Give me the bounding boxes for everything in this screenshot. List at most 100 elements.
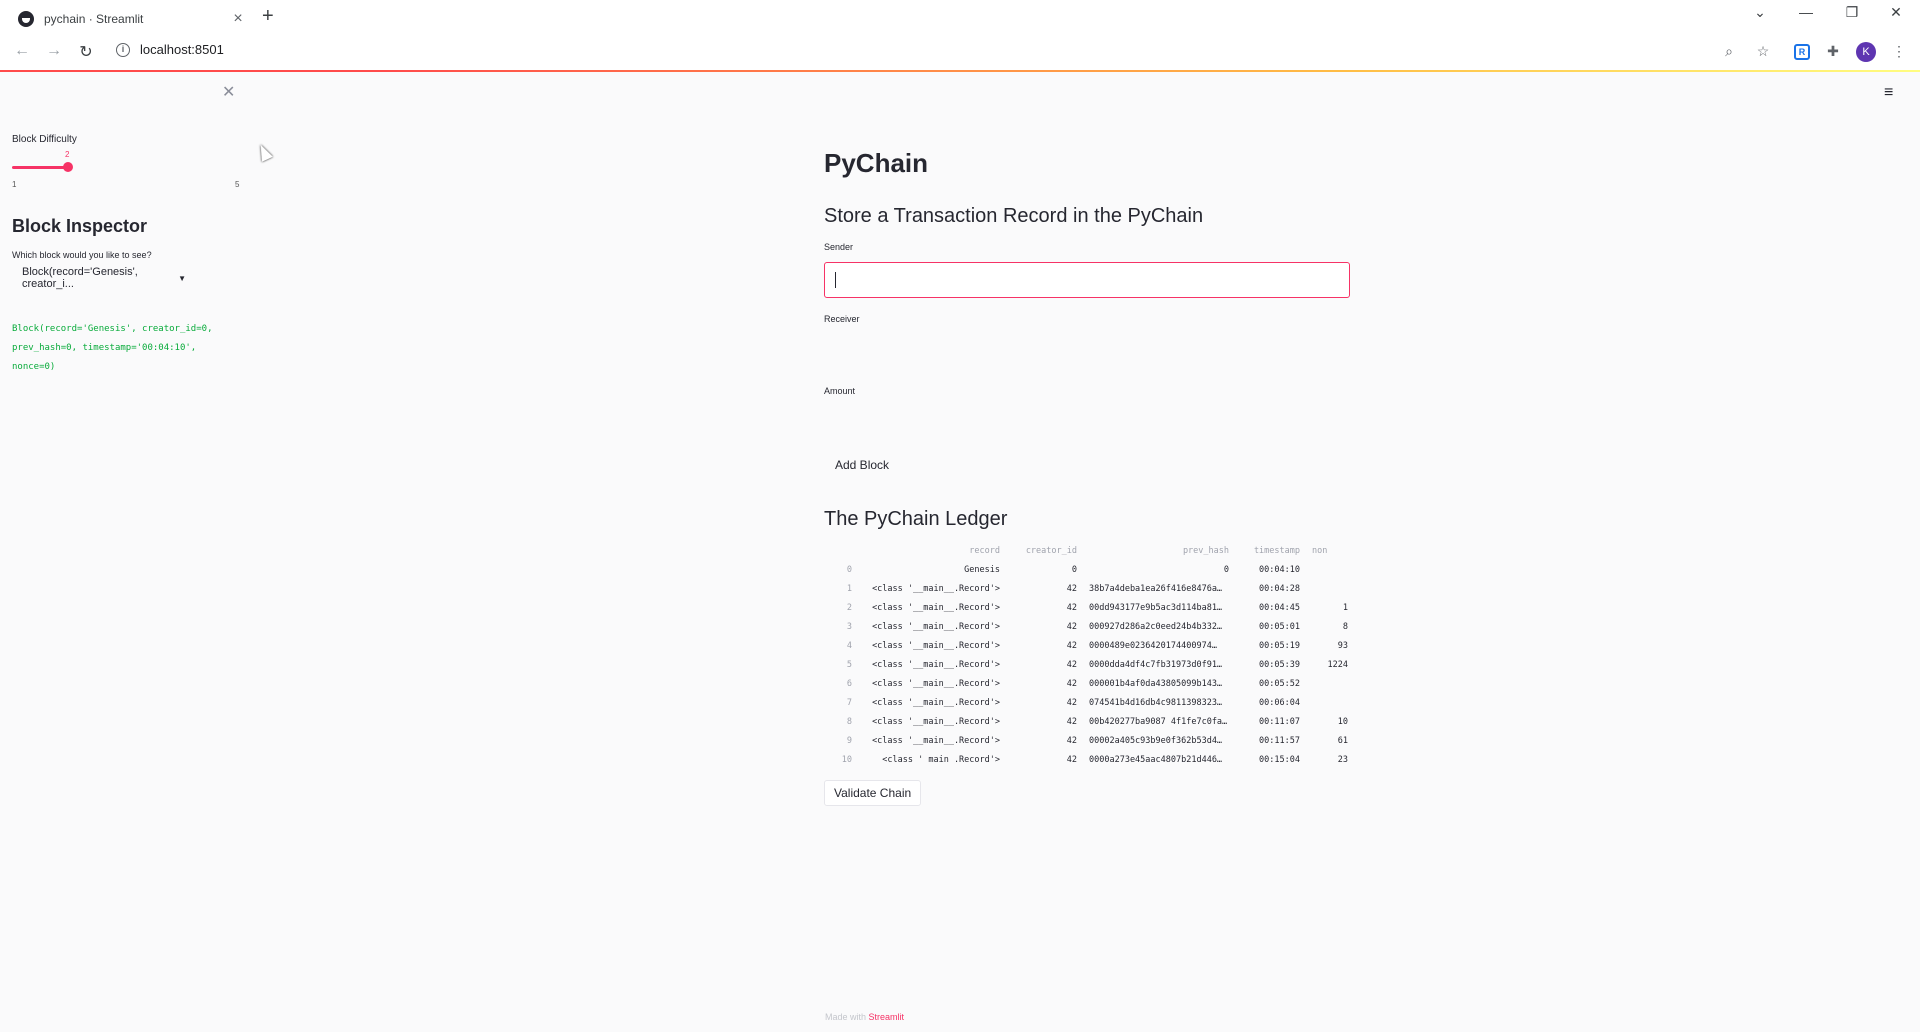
cell-creator-id: 42 xyxy=(1066,641,1077,651)
cell-record: <class '__main__.Record'> xyxy=(872,679,1000,689)
cell-record: <class '__main__.Record'> xyxy=(872,641,1000,651)
table-row: 10 <class ' main .Record'> 42 0000a273e45aa… xyxy=(824,751,1350,770)
row-index: 0 xyxy=(846,565,852,575)
back-arrow-icon[interactable]: ← xyxy=(12,42,32,60)
cell-creator-id: 42 xyxy=(1066,736,1077,746)
cell-timestamp: 00:06:04 xyxy=(1259,698,1300,708)
cell-timestamp: 00:11:57 xyxy=(1259,736,1300,746)
table-row: 7 <class '__main__.Record'> 42 074541b4d16d… xyxy=(824,694,1350,713)
hamburger-menu-icon[interactable]: ≡ xyxy=(1884,84,1893,102)
cell-record: <class '__main__.Record'> xyxy=(872,660,1000,670)
cell-timestamp: 00:15:04 xyxy=(1259,755,1300,765)
browser-menu-icon[interactable]: ⋮ xyxy=(1890,43,1908,60)
cell-creator-id: 42 xyxy=(1066,698,1077,708)
cell-prev-hash: 0 xyxy=(1223,565,1229,575)
cell-prev-hash: 00002a405c93b9e0f362b53d4… xyxy=(1089,736,1223,746)
site-info-icon[interactable]: i xyxy=(116,42,130,57)
cell-record: <class '__main__.Record'> xyxy=(872,717,1000,727)
tab-title: pychain · Streamlit xyxy=(44,12,144,26)
header-nonce[interactable]: non xyxy=(1312,542,1348,561)
minimize-icon[interactable]: — xyxy=(1794,4,1818,20)
row-index: 2 xyxy=(846,603,852,613)
close-tab-icon[interactable]: × xyxy=(230,10,246,28)
cell-record: Genesis xyxy=(964,565,1000,575)
cell-record: <class '__main__.Record'> xyxy=(872,622,1000,632)
cell-prev-hash: 00b420277ba9087 4f1fe7c0fa… xyxy=(1089,717,1228,727)
row-index: 4 xyxy=(846,641,852,651)
sender-input[interactable] xyxy=(824,262,1350,298)
header-prev-hash[interactable]: prev_hash xyxy=(1089,542,1229,561)
url-text: localhost:8501 xyxy=(140,42,224,57)
zoom-icon[interactable]: ⌕ xyxy=(1720,43,1738,60)
cell-prev-hash: 0000489e0236420174400974… xyxy=(1089,641,1217,651)
extensions-puzzle-icon[interactable]: ✚ xyxy=(1824,43,1842,60)
block-code-output: Block(record='Genesis', creator_id=0, pr… xyxy=(12,324,213,372)
restore-icon[interactable]: ❐ xyxy=(1840,4,1864,21)
cell-timestamp: 00:11:07 xyxy=(1259,717,1300,727)
text-caret xyxy=(835,272,836,288)
forward-arrow-icon[interactable]: → xyxy=(44,42,64,60)
cell-nonce: 1 xyxy=(1342,603,1348,613)
cell-record: <class '__main__.Record'> xyxy=(872,584,1000,594)
cell-prev-hash: 074541b4d16db4c9811398323… xyxy=(1089,698,1223,708)
block-select[interactable]: Block(record='Genesis', creator_i... ▼ xyxy=(12,264,236,292)
new-tab-icon[interactable]: + xyxy=(262,5,274,28)
receiver-input[interactable] xyxy=(824,330,1350,366)
header-creator-id[interactable]: creator_id xyxy=(1004,542,1077,561)
mouse-cursor-icon xyxy=(255,142,273,162)
cell-timestamp: 00:05:39 xyxy=(1259,660,1300,670)
streamlit-favicon-icon xyxy=(18,11,34,27)
footer: Made with Streamlit xyxy=(825,1012,904,1022)
cell-record: <class '__main__.Record'> xyxy=(872,736,1000,746)
row-index: 5 xyxy=(846,660,852,670)
table-row: 9 <class '__main__.Record'> 42 00002a405c93… xyxy=(824,732,1350,751)
extension-icon[interactable]: R xyxy=(1794,44,1810,60)
cell-prev-hash: 0000dda4df4c7fb31973d0f91… xyxy=(1089,660,1223,670)
table-row: 5 <class '__main__.Record'> 42 0000dda4df4c… xyxy=(824,656,1350,675)
slider-min-label: 1 xyxy=(12,180,17,189)
amount-input[interactable] xyxy=(824,402,1350,438)
block-inspector-title: Block Inspector xyxy=(12,216,148,236)
row-index: 3 xyxy=(846,622,852,632)
row-index: 7 xyxy=(846,698,852,708)
difficulty-slider-handle[interactable] xyxy=(63,162,73,172)
row-index: 9 xyxy=(846,736,852,746)
header-timestamp[interactable]: timestamp xyxy=(1230,542,1300,561)
ledger-title: The PyChain Ledger xyxy=(824,508,1008,530)
row-index: 6 xyxy=(846,679,852,689)
browser-tab-bar: pychain · Streamlit × + ⌄ — ❐ ✕ xyxy=(0,0,1920,34)
cell-creator-id: 42 xyxy=(1066,584,1077,594)
close-window-icon[interactable]: ✕ xyxy=(1884,4,1908,21)
footer-streamlit-link[interactable]: Streamlit xyxy=(869,1012,905,1022)
cell-record: <class ' main .Record'> xyxy=(882,755,1000,765)
cell-timestamp: 00:04:45 xyxy=(1259,603,1300,613)
browser-toolbar: ← → ↻ i localhost:8501 ⌕ ☆ ✚ ⋮ xyxy=(0,34,1920,70)
cell-prev-hash: 00dd943177e9b5ac3d114ba81… xyxy=(1089,603,1223,613)
browser-tab[interactable]: pychain · Streamlit × xyxy=(8,4,256,34)
cell-record: <class '__main__.Record'> xyxy=(872,603,1000,613)
row-index: 1 xyxy=(846,584,852,594)
address-bar[interactable]: i localhost:8501 xyxy=(116,42,224,57)
cell-creator-id: 42 xyxy=(1066,603,1077,613)
cell-prev-hash: 38b7a4deba1ea26f416e8476a… xyxy=(1089,584,1223,594)
difficulty-slider-fill xyxy=(12,166,68,169)
reload-icon[interactable]: ↻ xyxy=(76,42,96,62)
close-sidebar-icon[interactable]: ✕ xyxy=(222,82,235,102)
tab-search-icon[interactable]: ⌄ xyxy=(1748,4,1772,21)
cell-nonce: 1224 xyxy=(1327,660,1348,670)
table-row: 8 <class '__main__.Record'> 42 00b420277ba9… xyxy=(824,713,1350,732)
bookmark-star-icon[interactable]: ☆ xyxy=(1754,43,1772,60)
cell-timestamp: 00:04:10 xyxy=(1259,565,1300,575)
cell-creator-id: 42 xyxy=(1066,660,1077,670)
add-block-button[interactable]: Add Block xyxy=(824,452,899,478)
profile-avatar[interactable]: K xyxy=(1856,42,1876,62)
cell-creator-id: 42 xyxy=(1066,679,1077,689)
table-row: 0 Genesis 0 0 00:04:10 xyxy=(824,561,1350,580)
block-select-value: Block(record='Genesis', creator_i... xyxy=(22,266,138,290)
cell-nonce: 10 xyxy=(1337,717,1348,727)
header-record[interactable]: record xyxy=(864,542,1000,561)
table-row: 6 <class '__main__.Record'> 42 000001b4af0d… xyxy=(824,675,1350,694)
cell-nonce: 61 xyxy=(1337,736,1348,746)
validate-chain-button[interactable]: Validate Chain xyxy=(824,780,922,806)
slider-current-value: 2 xyxy=(65,150,70,159)
